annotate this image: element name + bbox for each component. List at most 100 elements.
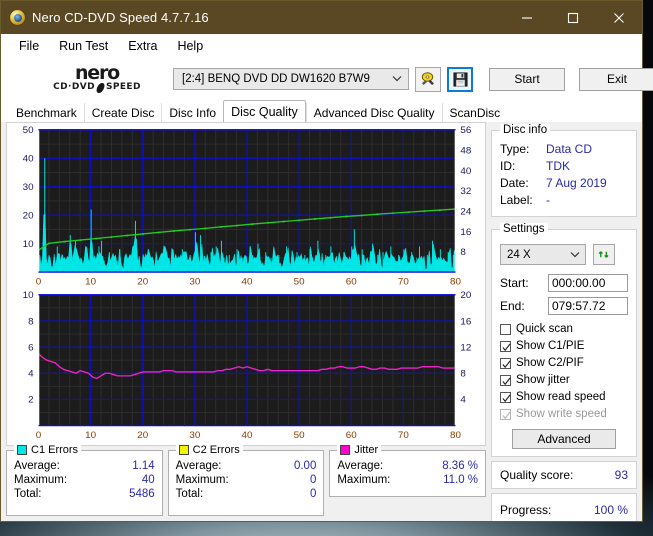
c1-average-value: 1.14: [132, 460, 155, 472]
statistics-row: C1 Errors Average: 1.14 Maximum: 40 Tota…: [6, 444, 487, 516]
eject-disc-button[interactable]: [415, 66, 441, 92]
svg-text:8: 8: [460, 247, 465, 258]
svg-text:0: 0: [36, 430, 42, 441]
c1-total-label: Total:: [14, 488, 42, 500]
svg-text:50: 50: [294, 430, 306, 441]
svg-text:40: 40: [242, 277, 254, 288]
svg-text:2: 2: [28, 395, 33, 406]
tab-scandisc[interactable]: ScanDisc: [441, 103, 508, 122]
progress-label: Progress:: [500, 503, 552, 517]
jitter-maximum-row: Maximum: 11.0 %: [337, 473, 478, 487]
tab-advanced-disc-quality[interactable]: Advanced Disc Quality: [305, 103, 442, 122]
speed-select-value: 24 X: [507, 248, 531, 261]
checkbox-show-c2-pif[interactable]: Show C2/PIF: [500, 355, 628, 371]
svg-text:40: 40: [242, 430, 254, 441]
svg-text:20: 20: [23, 211, 35, 222]
svg-text:8: 8: [28, 317, 33, 328]
menu-file[interactable]: File: [10, 37, 48, 55]
menu-help[interactable]: Help: [168, 37, 212, 55]
disc-date-label: Date:: [500, 176, 529, 190]
start-input[interactable]: 000:00.00: [548, 274, 628, 292]
c2-errors-label: C2 Errors: [192, 444, 240, 456]
end-field-label: End:: [500, 299, 525, 313]
menu-run-test[interactable]: Run Test: [50, 37, 117, 55]
checkbox-box: [500, 357, 511, 369]
svg-text:70: 70: [398, 277, 410, 288]
maximize-button[interactable]: [550, 1, 596, 34]
start-field-row: Start: 000:00.00: [500, 274, 628, 292]
menu-bar: File Run Test Extra Help: [1, 34, 642, 58]
chevron-down-icon: [386, 74, 408, 85]
start-button[interactable]: Start: [489, 67, 565, 91]
settings-group: Settings 24 X Start: 000:00.00 End: 079:…: [491, 223, 637, 457]
svg-text:80: 80: [450, 277, 462, 288]
c1-maximum-label: Maximum:: [14, 474, 68, 486]
c2-average-value: 0.00: [293, 460, 317, 472]
position-value: 79:55.00: [581, 518, 628, 521]
checkbox-box: [500, 408, 511, 420]
tab-content-disc-quality: 10 20 30 40 50 8 16 24 32 40 48 56 0 10 20 30 40 50 60 70 80…: [1, 122, 642, 521]
quality-score-row: Quality score: 93: [500, 468, 628, 482]
advanced-button[interactable]: Advanced: [512, 429, 616, 449]
c1-average-label: Average:: [14, 460, 60, 472]
svg-text:30: 30: [189, 277, 201, 288]
checkbox-show-c1-pie[interactable]: Show C1/PIE: [500, 338, 628, 354]
refresh-button[interactable]: [593, 244, 615, 265]
checkbox-show-read-speed[interactable]: Show read speed: [500, 389, 628, 405]
save-button[interactable]: [447, 66, 473, 92]
svg-text:30: 30: [189, 430, 201, 441]
disc-date-row: Date: 7 Aug 2019: [500, 175, 628, 192]
start-field-label: Start:: [500, 276, 529, 290]
svg-text:40: 40: [23, 154, 35, 165]
drive-select[interactable]: [2:4] BENQ DVD DD DW1620 B7W9: [173, 68, 409, 90]
tab-benchmark[interactable]: Benchmark: [9, 103, 84, 122]
menu-extra[interactable]: Extra: [119, 37, 166, 55]
quality-score-value: 93: [614, 468, 628, 482]
title-bar: Nero CD-DVD Speed 4.7.7.16: [1, 1, 642, 34]
speed-select[interactable]: 24 X: [500, 244, 586, 265]
svg-text:20: 20: [137, 430, 149, 441]
c2-average-label: Average:: [175, 460, 222, 472]
svg-text:20: 20: [460, 291, 472, 301]
jitter-label: Jitter: [354, 444, 379, 456]
close-button[interactable]: [596, 1, 642, 34]
checkbox-show-jitter[interactable]: Show jitter: [500, 372, 628, 388]
svg-text:16: 16: [460, 227, 471, 238]
disc-id-label: ID:: [500, 159, 516, 173]
svg-text:56: 56: [460, 126, 471, 136]
tab-strip: Benchmark Create Disc Disc Info Disc Qua…: [1, 100, 642, 122]
c1-maximum-row: Maximum: 40: [14, 473, 155, 487]
logo-nero-text: nero: [74, 62, 120, 84]
svg-text:32: 32: [460, 186, 471, 197]
exit-button[interactable]: Exit: [579, 67, 653, 91]
tab-disc-quality[interactable]: Disc Quality: [223, 100, 306, 122]
end-input[interactable]: 079:57.72: [548, 297, 628, 315]
checkbox-label: Show write speed: [516, 408, 607, 420]
quality-score-label: Quality score:: [500, 468, 574, 482]
svg-text:10: 10: [85, 430, 97, 441]
svg-text:16: 16: [460, 317, 471, 328]
application-window: Nero CD-DVD Speed 4.7.7.16 File Run Test…: [0, 0, 653, 522]
checkbox-quick-scan[interactable]: Quick scan: [500, 321, 628, 337]
checkbox-box: [500, 340, 511, 352]
drive-select-value: [2:4] BENQ DVD DD DW1620 B7W9: [182, 73, 370, 85]
checkbox-box: [500, 323, 511, 335]
disc-type-value: Data CD: [546, 142, 593, 156]
c2-maximum-label: Maximum:: [175, 474, 229, 486]
c2-maximum-value: 0: [309, 474, 317, 486]
svg-text:4: 4: [460, 395, 466, 406]
graphs-panel: 10 20 30 40 50 8 16 24 32 40 48 56 0 10 20 30 40 50 60 70 80…: [6, 122, 486, 446]
progress-row: Progress: 100 %: [500, 502, 628, 518]
minimize-button[interactable]: [504, 1, 550, 34]
tab-disc-info[interactable]: Disc Info: [161, 103, 224, 122]
quality-score-group: Quality score: 93: [491, 461, 637, 489]
svg-text:50: 50: [23, 126, 35, 136]
tab-create-disc[interactable]: Create Disc: [83, 103, 162, 122]
checkbox-label: Show read speed: [516, 391, 606, 403]
svg-text:60: 60: [346, 430, 358, 441]
checkbox-show-write-speed: Show write speed: [500, 406, 628, 422]
svg-text:24: 24: [460, 207, 472, 218]
side-panel: Disc info Type: Data CD ID: TDK Date: 7 …: [491, 122, 637, 521]
c2-color-swatch: [178, 445, 189, 455]
disc-info-title: Disc info: [500, 124, 551, 136]
